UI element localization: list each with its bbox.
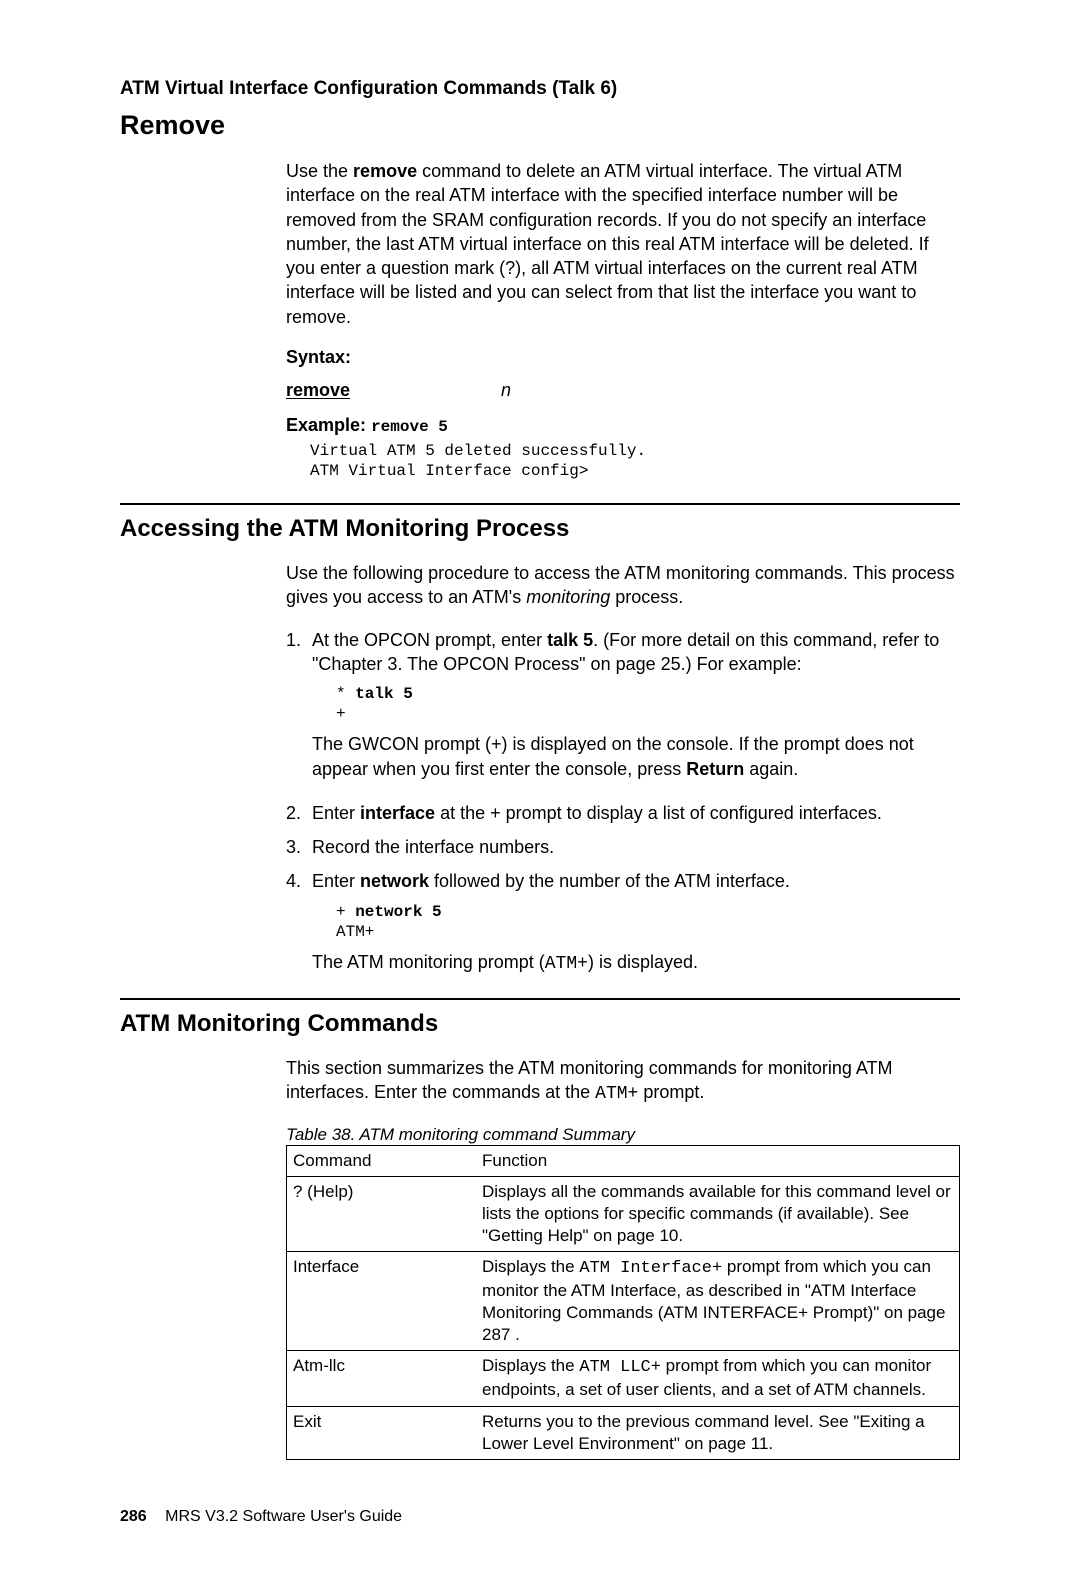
step1-code: * talk 5 + xyxy=(336,684,960,724)
running-header: ATM Virtual Interface Configuration Comm… xyxy=(120,78,960,100)
list-item: 2. Enter interface at the + prompt to di… xyxy=(286,801,960,825)
divider xyxy=(120,503,960,505)
table-row: Interface Displays the ATM Interface+ pr… xyxy=(287,1252,960,1351)
table-row: Atm-llc Displays the ATM LLC+ prompt fro… xyxy=(287,1351,960,1406)
table-caption: Table 38. ATM monitoring command Summary xyxy=(286,1125,960,1145)
access-intro: Use the following procedure to access th… xyxy=(286,561,960,610)
table-header-function: Function xyxy=(476,1145,960,1176)
remove-cmd-inline: remove xyxy=(353,161,417,181)
syntax-label: Syntax: xyxy=(286,347,960,368)
procedure-list: 1. At the OPCON prompt, enter talk 5. (F… xyxy=(286,628,960,976)
command-summary-table: Command Function ? (Help) Displays all t… xyxy=(286,1145,960,1460)
remove-description: Use the remove command to delete an ATM … xyxy=(286,159,960,329)
moncmds-body: This section summarizes the ATM monitori… xyxy=(286,1056,960,1460)
step4-after: The ATM monitoring prompt (ATM+) is disp… xyxy=(312,950,960,976)
remove-body: Use the remove command to delete an ATM … xyxy=(286,159,960,481)
step4-code: + network 5 ATM+ xyxy=(336,902,960,942)
list-item: 3. Record the interface numbers. xyxy=(286,835,960,859)
page-number: 286 xyxy=(120,1508,147,1525)
list-item: 1. At the OPCON prompt, enter talk 5. (F… xyxy=(286,628,960,791)
page: ATM Virtual Interface Configuration Comm… xyxy=(0,0,1080,1576)
heading-remove: Remove xyxy=(120,110,960,141)
list-item: 4. Enter network followed by the number … xyxy=(286,869,960,976)
example-output: Virtual ATM 5 deleted successfully. ATM … xyxy=(310,441,960,481)
publication-title: MRS V3.2 Software User's Guide xyxy=(165,1508,402,1525)
step1-after: The GWCON prompt (+) is displayed on the… xyxy=(312,732,960,781)
syntax-arg: n xyxy=(501,380,511,401)
table-row: Command Function xyxy=(287,1145,960,1176)
table-header-command: Command xyxy=(287,1145,477,1176)
heading-moncmds: ATM Monitoring Commands xyxy=(120,1010,960,1038)
example-cmd: remove 5 xyxy=(371,418,448,436)
syntax-row: remove n xyxy=(286,380,960,401)
example-line: Example: remove 5 xyxy=(286,415,960,437)
divider xyxy=(120,998,960,1000)
table-row: Exit Returns you to the previous command… xyxy=(287,1406,960,1459)
access-body: Use the following procedure to access th… xyxy=(286,561,960,976)
heading-accessing: Accessing the ATM Monitoring Process xyxy=(120,515,960,543)
table-row: ? (Help) Displays all the commands avail… xyxy=(287,1176,960,1251)
moncmds-intro: This section summarizes the ATM monitori… xyxy=(286,1056,960,1107)
syntax-command: remove xyxy=(286,380,501,401)
page-footer: 286 MRS V3.2 Software User's Guide xyxy=(120,1508,960,1526)
